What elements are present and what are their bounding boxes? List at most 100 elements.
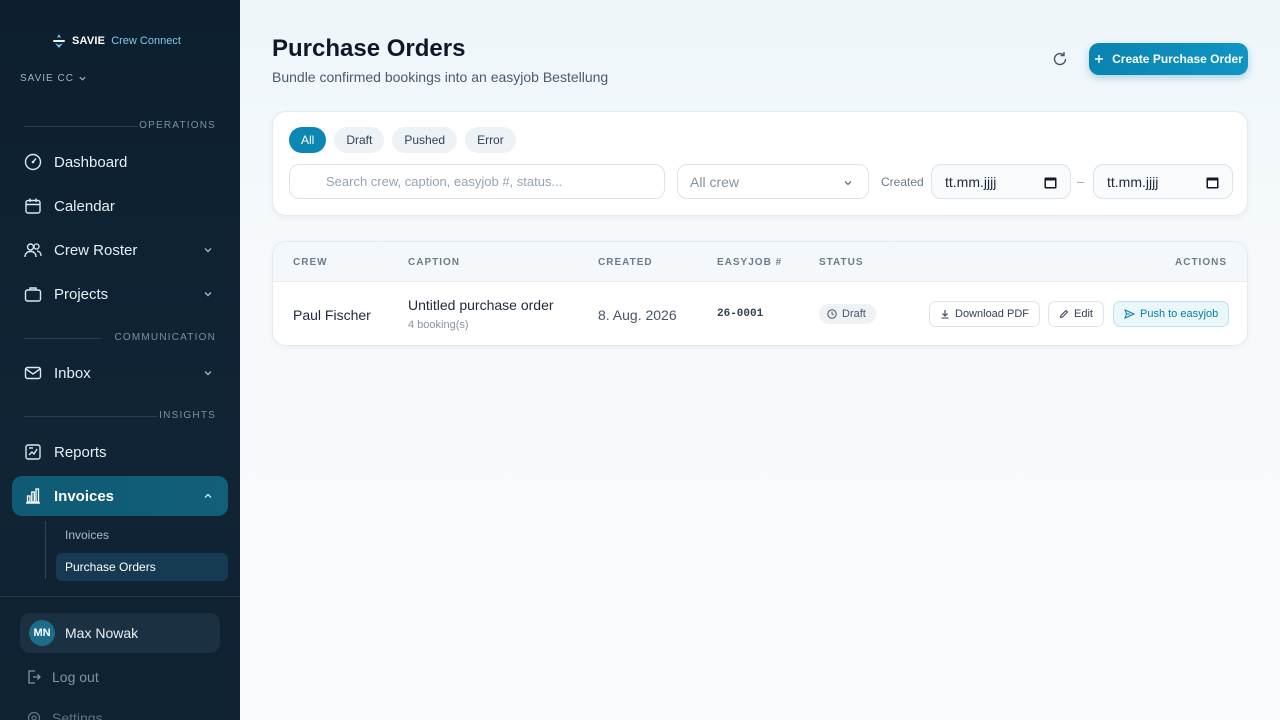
refresh-icon	[1053, 52, 1067, 66]
edit-label: Edit	[1074, 308, 1093, 320]
nav-invoices-label: Invoices	[54, 487, 115, 505]
nav-crew-roster[interactable]: Crew Roster	[12, 230, 228, 270]
workspace-name: SAVIE CC	[20, 73, 74, 84]
nav-projects-label: Projects	[54, 285, 109, 303]
chevron-down-icon	[204, 292, 212, 297]
download-pdf-button[interactable]: Download PDF	[929, 301, 1040, 327]
calendar-icon	[24, 197, 42, 215]
dashboard-icon	[24, 153, 42, 171]
date-from-field[interactable]: tt.mm.jjjj	[931, 164, 1071, 199]
row-caption-sub: 4 booking(s)	[408, 319, 469, 331]
logout-icon	[28, 670, 41, 684]
search-input[interactable]: Search crew, caption, easyjob #, status.…	[289, 164, 665, 199]
crew-select-value: All crew	[690, 173, 740, 190]
table-header: CREW CAPTION CREATED EASYJOB # STATUS AC…	[273, 242, 1247, 282]
column-header-created: CREATED	[598, 257, 653, 268]
calendar-icon[interactable]	[1206, 176, 1219, 189]
nav-dashboard-label: Dashboard	[54, 153, 128, 171]
user-menu[interactable]: MN Max Nowak	[20, 613, 220, 653]
subnav-rail	[45, 521, 46, 579]
section-divider	[24, 126, 138, 127]
subnav-purchase-orders[interactable]: Purchase Orders	[56, 553, 228, 581]
user-name: Max Nowak	[65, 625, 139, 641]
refresh-button[interactable]	[1048, 47, 1072, 71]
date-from-value: tt.mm.jjjj	[945, 173, 997, 190]
chip-all[interactable]: All	[289, 127, 327, 153]
settings-label: Settings	[52, 710, 103, 720]
status-badge-label: Draft	[842, 308, 866, 320]
push-label: Push to easyjob	[1140, 308, 1219, 320]
status-filter-chips: All Draft Pushed Error	[289, 127, 516, 153]
mail-icon	[24, 364, 42, 382]
brand-subtitle: Crew Connect	[111, 35, 181, 47]
brand-name: SAVIE	[72, 35, 106, 47]
footer-divider	[0, 596, 240, 597]
users-icon	[24, 241, 42, 259]
main-content: Purchase Orders Bundle confirmed booking…	[240, 0, 1280, 720]
clock-icon	[827, 309, 837, 319]
chevron-down-icon	[79, 76, 86, 81]
column-header-actions: ACTIONS	[1175, 257, 1227, 268]
workspace-switcher[interactable]: SAVIE CC	[20, 73, 87, 84]
row-created: 8. Aug. 2026	[598, 307, 677, 323]
logout-label: Log out	[52, 669, 99, 685]
chip-error[interactable]: Error	[465, 127, 516, 153]
avatar: MN	[29, 620, 55, 646]
row-easyjob-number: 26-0001	[717, 308, 764, 320]
date-to-field[interactable]: tt.mm.jjjj	[1093, 164, 1233, 199]
push-to-easyjob-button[interactable]: Push to easyjob	[1113, 301, 1230, 327]
nav-inbox[interactable]: Inbox	[12, 353, 228, 393]
date-separator: –	[1077, 174, 1085, 189]
page-title: Purchase Orders	[272, 35, 466, 62]
create-purchase-order-button[interactable]: Create Purchase Order	[1089, 43, 1248, 75]
sidebar: SAVIE Crew Connect SAVIE CC OPERATIONS D…	[0, 0, 240, 720]
chip-pushed[interactable]: Pushed	[392, 127, 458, 153]
nav-reports[interactable]: Reports	[12, 432, 228, 472]
nav-reports-label: Reports	[54, 443, 107, 461]
chip-draft[interactable]: Draft	[334, 127, 385, 153]
section-divider	[24, 338, 101, 339]
nav-calendar[interactable]: Calendar	[12, 186, 228, 226]
chevron-up-icon	[204, 493, 212, 498]
brand-icon	[53, 34, 65, 48]
nav-invoices[interactable]: Invoices	[12, 476, 228, 516]
create-button-label: Create Purchase Order	[1112, 52, 1243, 66]
pencil-icon	[1059, 309, 1069, 319]
nav-projects[interactable]: Projects	[12, 274, 228, 314]
row-crew: Paul Fischer	[293, 307, 371, 323]
search-placeholder: Search crew, caption, easyjob #, status.…	[326, 174, 563, 189]
crew-select[interactable]: All crew	[677, 164, 869, 199]
nav-crew-roster-label: Crew Roster	[54, 241, 138, 259]
brand-logo[interactable]: SAVIE Crew Connect	[52, 34, 181, 48]
settings-link[interactable]: Settings	[26, 710, 103, 720]
section-label-communication: COMMUNICATION	[114, 332, 216, 343]
download-icon	[941, 310, 949, 319]
column-header-status: STATUS	[819, 257, 864, 268]
nav-calendar-label: Calendar	[54, 197, 115, 215]
created-filter-label: Created	[881, 175, 924, 189]
section-divider	[24, 416, 157, 417]
download-pdf-label: Download PDF	[955, 308, 1029, 320]
row-caption: Untitled purchase order	[408, 297, 554, 313]
logout-button[interactable]: Log out	[26, 669, 99, 685]
column-header-crew: CREW	[293, 257, 328, 268]
filter-panel: All Draft Pushed Error Search crew, capt…	[272, 111, 1248, 216]
plus-icon	[1095, 55, 1104, 63]
section-label-operations: OPERATIONS	[139, 120, 216, 131]
purchase-orders-table: CREW CAPTION CREATED EASYJOB # STATUS AC…	[272, 241, 1248, 346]
section-label-insights: INSIGHTS	[159, 410, 216, 421]
chevron-down-icon	[844, 181, 852, 186]
calendar-icon[interactable]	[1044, 176, 1057, 189]
report-icon	[24, 443, 42, 461]
page-subtitle: Bundle confirmed bookings into an easyjo…	[272, 69, 609, 85]
send-icon	[1124, 309, 1135, 319]
chevron-down-icon	[204, 248, 212, 253]
nav-inbox-label: Inbox	[54, 364, 91, 382]
edit-button[interactable]: Edit	[1048, 301, 1104, 327]
column-header-caption: CAPTION	[408, 257, 460, 268]
date-to-value: tt.mm.jjjj	[1107, 173, 1159, 190]
subnav-invoices[interactable]: Invoices	[56, 521, 228, 549]
column-header-easyjob: EASYJOB #	[717, 257, 783, 268]
nav-dashboard[interactable]: Dashboard	[12, 142, 228, 182]
status-badge: Draft	[819, 304, 876, 324]
